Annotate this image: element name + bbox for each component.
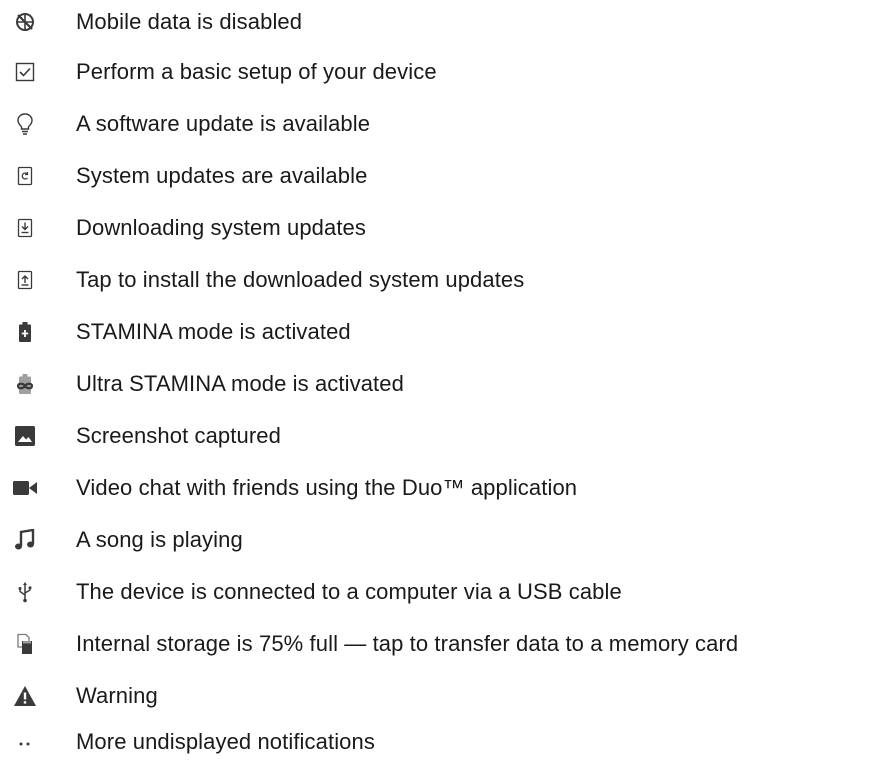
list-item: A software update is available [0, 104, 893, 144]
checkbox-icon [12, 59, 38, 85]
music-note-icon [12, 527, 38, 553]
list-item-label: Ultra STAMINA mode is activated [76, 371, 404, 396]
list-item: The device is connected to a computer vi… [0, 572, 893, 612]
more-dots-icon [12, 729, 38, 755]
list-item: More undisplayed notifications [0, 722, 893, 762]
list-item-label: Perform a basic setup of your device [76, 59, 437, 84]
list-item: Perform a basic setup of your device [0, 52, 893, 92]
list-item-label: Mobile data is disabled [76, 9, 303, 34]
list-item-label: More undisplayed notifications [76, 729, 375, 754]
list-item-label: Tap to install the downloaded system upd… [76, 267, 525, 292]
list-item: System updates are available [0, 156, 893, 196]
list-item: A song is playing [0, 520, 893, 560]
screenshot-image-icon [12, 423, 38, 449]
list-item-label: A software update is available [76, 111, 371, 136]
list-item-label: Video chat with friends using the Duo™ a… [76, 475, 578, 500]
warning-icon [12, 683, 38, 709]
storage-card-icon [12, 631, 38, 657]
list-item-label: A song is playing [76, 527, 243, 552]
list-item: Internal storage is 75% full — tap to tr… [0, 624, 893, 664]
lightbulb-icon [12, 111, 38, 137]
list-item: Screenshot captured [0, 416, 893, 456]
list-item-label: System updates are available [76, 163, 368, 188]
list-item: Mobile data is disabled [0, 2, 893, 42]
list-item: Video chat with friends using the Duo™ a… [0, 468, 893, 508]
list-item-label: The device is connected to a computer vi… [76, 579, 622, 604]
list-item: Ultra STAMINA mode is activated [0, 364, 893, 404]
list-item-label: Internal storage is 75% full — tap to tr… [76, 631, 739, 656]
list-item: Tap to install the downloaded system upd… [0, 260, 893, 300]
list-item: Warning [0, 676, 893, 716]
usb-icon [12, 579, 38, 605]
system-update-icon [12, 163, 38, 189]
list-item-label: Screenshot captured [76, 423, 281, 448]
list-item: STAMINA mode is activated [0, 312, 893, 352]
list-item-label: Warning [76, 683, 158, 708]
stamina-battery-icon [12, 319, 38, 345]
ultra-stamina-icon [12, 371, 38, 397]
list-item-label: Downloading system updates [76, 215, 366, 240]
install-update-icon [12, 267, 38, 293]
download-icon [12, 215, 38, 241]
list-item-label: STAMINA mode is activated [76, 319, 351, 344]
video-camera-icon [12, 475, 38, 501]
mobile-data-disabled-icon [12, 9, 38, 35]
list-item: Downloading system updates [0, 208, 893, 248]
